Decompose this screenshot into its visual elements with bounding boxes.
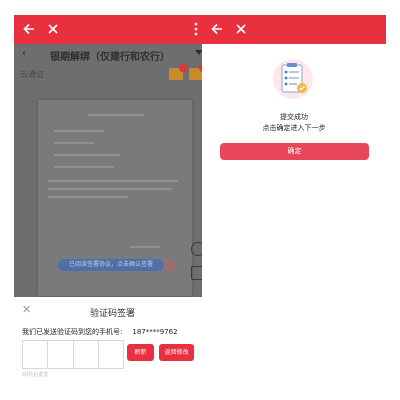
clipboard-check-icon — [268, 57, 318, 101]
resend-button[interactable]: 刷新 — [127, 344, 154, 361]
code-digit[interactable] — [48, 341, 74, 368]
search-placeholder: 云通证 — [20, 70, 44, 79]
document-viewer-dimmed: ‹ 银期解绑（仅建行和农行） 云通证 已阅读签署协议，点击确认签署 — [14, 44, 211, 297]
code-digit[interactable] — [74, 341, 99, 368]
back-arrow-icon[interactable] — [20, 20, 38, 38]
page-title: 银期解绑（仅建行和农行） — [50, 52, 170, 63]
code-digit[interactable] — [23, 341, 49, 368]
close-icon[interactable] — [44, 20, 62, 38]
confirm-sign-banner[interactable]: 已阅读签署协议，点击确认签署 — [58, 259, 164, 271]
sheet-title: 验证码签署 — [89, 309, 135, 319]
right-screen: 提交成功 点击确定进入下一步 确定 — [202, 15, 386, 380]
left-screen: ‹ 银期解绑（仅建行和农行） 云通证 已阅读签署协议，点击确认签署 ✕ 验证码签… — [14, 15, 211, 380]
signature-tool-icon[interactable] — [169, 64, 187, 80]
confirm-button[interactable]: 确定 — [220, 143, 369, 160]
top-bar — [202, 15, 386, 44]
sent-message: 我们已发送验证码到您的手机号: 187****9762 — [22, 327, 178, 337]
document-back-icon[interactable]: ‹ — [22, 48, 26, 59]
success-text: 提交成功 — [280, 113, 308, 121]
code-input[interactable] — [22, 340, 124, 369]
masked-phone: 187****9762 — [132, 328, 178, 336]
next-step-text: 点击确定进入下一步 — [262, 124, 326, 132]
document-header: ‹ 银期解绑（仅建行和农行） — [14, 44, 211, 64]
back-arrow-icon[interactable] — [208, 20, 226, 38]
verification-sheet: ✕ 验证码签署 我们已发送验证码到您的手机号: 187****9762 刷新 返回… — [14, 297, 211, 380]
close-icon[interactable] — [232, 20, 250, 38]
code-digit[interactable] — [99, 341, 123, 368]
sent-message-text: 我们已发送验证码到您的手机号: — [22, 328, 123, 336]
resend-hint: 60秒后重发 — [22, 372, 49, 378]
seal-tool-icon[interactable] — [189, 64, 207, 80]
badge-dot — [179, 64, 187, 72]
top-bar — [14, 15, 211, 44]
back-modify-button[interactable]: 返回修改 — [159, 344, 194, 361]
